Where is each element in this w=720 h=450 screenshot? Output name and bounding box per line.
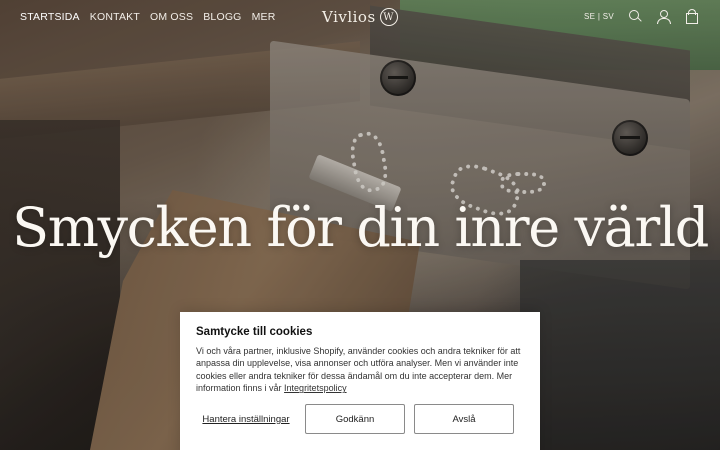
header-actions: SE | SV <box>584 9 698 24</box>
nav-item-startsida[interactable]: STARTSIDA <box>20 11 80 23</box>
hero-title: Smycken för din inre värld <box>12 196 709 259</box>
cart-icon[interactable] <box>684 9 698 24</box>
nav-item-kontakt[interactable]: KONTAKT <box>90 11 140 23</box>
main-nav: STARTSIDA KONTAKT OM OSS BLOGG MER <box>20 11 276 23</box>
logo-text: Vivlios <box>322 8 376 26</box>
cookie-consent-banner: Samtycke till cookies Vi och våra partne… <box>180 312 540 450</box>
privacy-policy-link[interactable]: Integritetspolicy <box>284 383 347 393</box>
search-icon[interactable] <box>628 9 642 23</box>
nav-item-blogg[interactable]: BLOGG <box>203 11 241 23</box>
cookie-actions: Hantera inställningar Godkänn Avslå <box>196 404 514 434</box>
site-logo[interactable]: Vivlios W <box>322 7 398 27</box>
account-icon[interactable] <box>656 9 671 24</box>
logo-mark: W <box>379 8 398 26</box>
locale-selector[interactable]: SE | SV <box>584 12 614 21</box>
cookie-title: Samtycke till cookies <box>196 326 313 338</box>
cookie-body: Vi och våra partner, inklusive Shopify, … <box>196 346 521 394</box>
accept-button[interactable]: Godkänn <box>305 404 405 434</box>
nav-item-mer[interactable]: MER <box>252 11 276 23</box>
manage-settings-button[interactable]: Hantera inställningar <box>196 414 296 425</box>
nav-item-om-oss[interactable]: OM OSS <box>150 11 193 23</box>
site-header: STARTSIDA KONTAKT OM OSS BLOGG MER Vivli… <box>0 0 720 34</box>
decline-button[interactable]: Avslå <box>414 404 514 434</box>
cookie-text: Vi och våra partner, inklusive Shopify, … <box>196 345 524 395</box>
